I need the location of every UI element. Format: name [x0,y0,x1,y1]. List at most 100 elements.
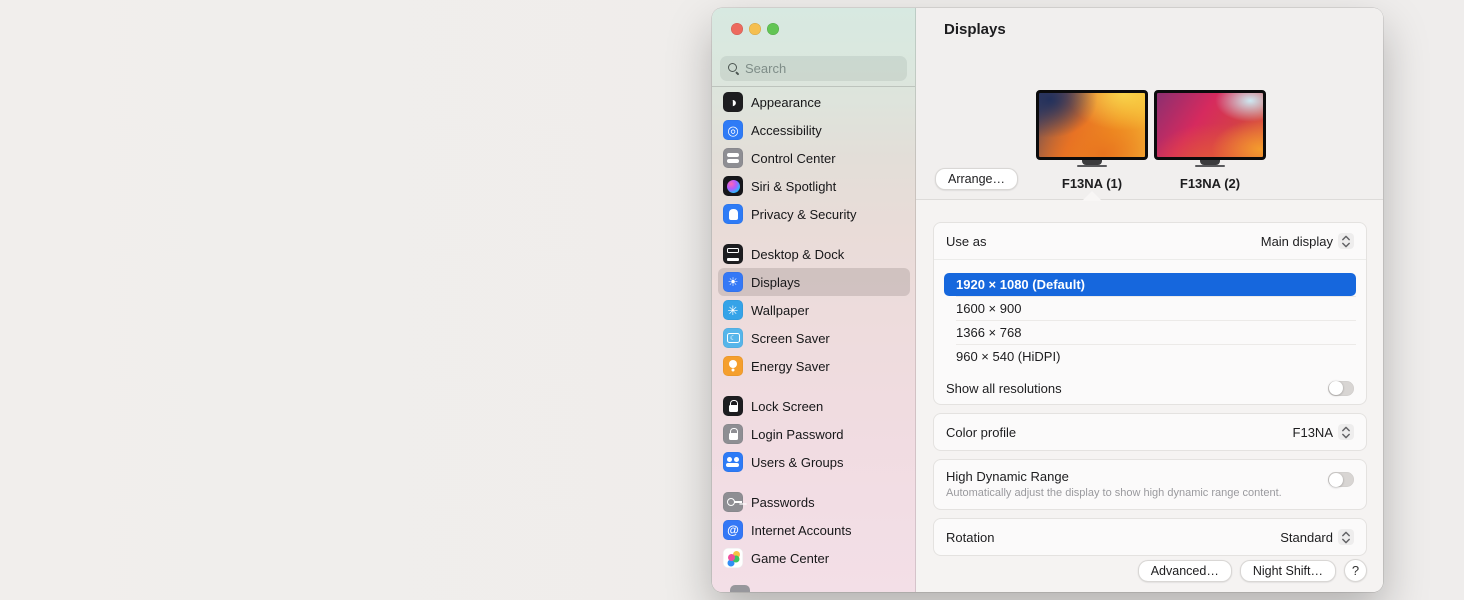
display-thumbnail-2[interactable]: F13NA (2) [1154,90,1266,191]
night-shift-button[interactable]: Night Shift… [1239,559,1336,582]
sidebar-item-label: Users & Groups [751,454,844,470]
arrange-button[interactable]: Arrange… [935,168,1018,190]
display-1-wallpaper [1036,90,1148,160]
appearance-icon: ◑ [723,92,743,112]
display-thumbnails: F13NA (1) F13NA (2) [1036,90,1266,191]
chevron-up-down-icon [1338,529,1354,545]
pane-footer: Advanced… Night Shift… ? [933,559,1367,582]
use-as-row: Use as Main display [934,223,1366,259]
sidebar-item-lock-screen[interactable]: Lock Screen [718,392,910,420]
hdr-toggle[interactable] [1328,472,1354,487]
sidebar-item-energy-saver[interactable]: Energy Saver [718,352,910,380]
sidebar-item-partial-icon [730,585,750,592]
internet-accounts-icon: @ [723,520,743,540]
search-input[interactable]: Search [720,56,907,81]
pane-header: Displays F13NA (1) F13NA (2) Arrange… [916,8,1383,200]
privacy-security-icon [723,204,743,224]
use-as-label: Use as [946,233,987,249]
hdr-description: Automatically adjust the display to show… [946,487,1282,499]
passwords-icon [723,492,743,512]
desktop-dock-icon [723,244,743,264]
lock-screen-icon [723,396,743,416]
chevron-up-down-icon [1338,233,1354,249]
resolution-option-1920x1080[interactable]: 1920 × 1080 (Default) [944,273,1356,296]
control-center-icon [723,148,743,168]
sidebar-item-siri-spotlight[interactable]: Siri & Spotlight [718,172,910,200]
search-icon [728,63,739,74]
color-profile-value: F13NA [1292,424,1333,440]
sidebar-item-label: Passwords [751,494,815,510]
login-password-icon [723,424,743,444]
show-all-resolutions-row: Show all resolutions [934,372,1366,404]
sidebar-item-label: Siri & Spotlight [751,178,837,194]
displays-pane: Displays F13NA (1) F13NA (2) Arrange… Us… [916,8,1383,592]
resolution-option-1366x768[interactable]: 1366 × 768 [944,321,1356,344]
sidebar-item-label: Game Center [751,550,830,566]
sidebar-item-label: Control Center [751,150,836,166]
settings-content: Use as Main display 1920 × 1080 (Default… [933,222,1367,564]
resolution-card: Use as Main display 1920 × 1080 (Default… [933,222,1367,405]
hdr-card: High Dynamic Range Automatically adjust … [933,459,1367,510]
color-profile-label: Color profile [946,424,1017,440]
rotation-card: Rotation Standard [933,518,1367,556]
sidebar-item-passwords[interactable]: Passwords [718,488,910,516]
rotation-row: Rotation Standard [934,519,1366,555]
search-placeholder: Search [745,61,787,76]
sidebar-item-label: Login Password [751,426,844,442]
zoom-button[interactable] [767,23,779,35]
page-title: Displays [944,21,1006,38]
sidebar-item-label: Accessibility [751,122,822,138]
sidebar-item-internet-accounts[interactable]: @ Internet Accounts [718,516,910,544]
display-2-label: F13NA (2) [1179,176,1241,191]
display-thumbnail-1[interactable]: F13NA (1) [1036,90,1148,191]
advanced-button[interactable]: Advanced… [1137,559,1232,582]
close-button[interactable] [731,23,743,35]
sidebar-item-control-center[interactable]: Control Center [718,144,910,172]
color-profile-card: Color profile F13NA [933,413,1367,451]
sidebar-item-screen-saver[interactable]: ☾ Screen Saver [718,324,910,352]
sidebar-item-displays[interactable]: ☀ Displays [718,268,910,296]
sidebar-item-privacy-security[interactable]: Privacy & Security [718,200,910,228]
sidebar: Search ◑ Appearance ◎ Accessibility Cont… [712,8,916,592]
resolution-option-960x540[interactable]: 960 × 540 (HiDPI) [944,345,1356,368]
display-2-wallpaper [1154,90,1266,160]
sidebar-item-label: Desktop & Dock [751,246,845,262]
energy-saver-icon [723,356,743,376]
wallpaper-icon: ✳ [723,300,743,320]
sidebar-item-label: Wallpaper [751,302,810,318]
sidebar-item-game-center[interactable]: Game Center [718,544,910,572]
sidebar-item-accessibility[interactable]: ◎ Accessibility [718,116,910,144]
sidebar-item-desktop-dock[interactable]: Desktop & Dock [718,240,910,268]
sidebar-item-label: Energy Saver [751,358,830,374]
screen-saver-icon: ☾ [723,328,743,348]
resolution-option-1600x900[interactable]: 1600 × 900 [944,297,1356,320]
resolution-list: 1920 × 1080 (Default) 1600 × 900 1366 × … [934,260,1366,372]
displays-icon: ☀ [723,272,743,292]
sidebar-item-label: Privacy & Security [751,206,857,222]
color-profile-dropdown[interactable]: F13NA [1293,424,1354,440]
show-all-resolutions-toggle[interactable] [1328,380,1354,396]
help-button[interactable]: ? [1344,559,1367,582]
display-1-stand-base [1077,165,1107,167]
users-groups-icon [723,452,743,472]
sidebar-item-users-groups[interactable]: Users & Groups [718,448,910,476]
sidebar-item-appearance[interactable]: ◑ Appearance [718,88,910,116]
rotation-label: Rotation [946,529,995,545]
minimize-button[interactable] [749,23,761,35]
use-as-dropdown[interactable]: Main display [1261,233,1354,249]
sidebar-item-label: Internet Accounts [751,522,852,538]
sidebar-item-label: Screen Saver [751,330,830,346]
accessibility-icon: ◎ [723,120,743,140]
hdr-text: High Dynamic Range Automatically adjust … [946,469,1282,499]
hdr-label: High Dynamic Range [946,469,1069,484]
sidebar-item-login-password[interactable]: Login Password [718,420,910,448]
color-profile-row: Color profile F13NA [934,414,1366,450]
use-as-value: Main display [1260,233,1333,249]
display-2-stand-base [1195,165,1225,167]
window-controls [731,23,779,35]
sidebar-item-wallpaper[interactable]: ✳ Wallpaper [718,296,910,324]
rotation-dropdown[interactable]: Standard [1280,529,1354,545]
